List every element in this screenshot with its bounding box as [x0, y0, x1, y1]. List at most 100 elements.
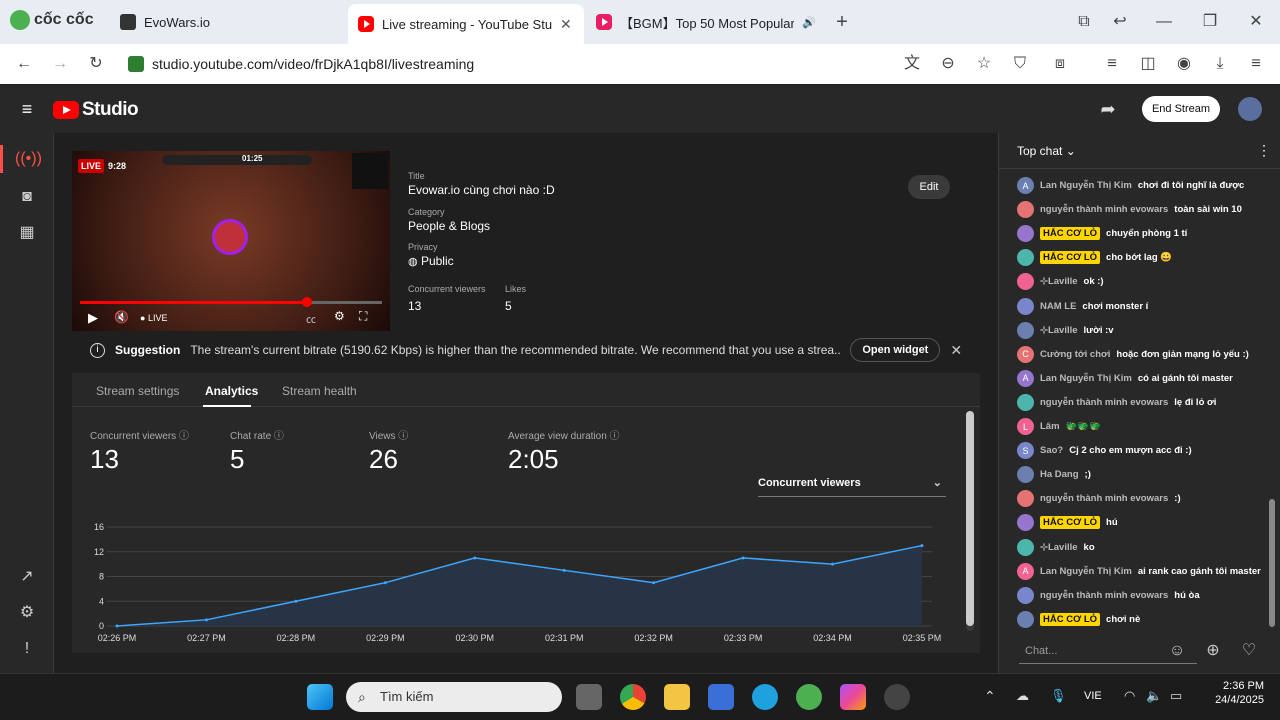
chat-author[interactable]: ⊹Laville — [1040, 325, 1078, 336]
chat-author[interactable]: HẮC CƠ LỎ — [1040, 612, 1101, 626]
chat-message[interactable]: L Lâm 🐲🐲🐲 — [1017, 418, 1267, 435]
tab-stream-health[interactable]: Stream health — [282, 384, 357, 398]
chat-message[interactable]: S Sao? Cj 2 cho em mượn acc đi :) — [1017, 442, 1267, 460]
end-stream-button[interactable]: End Stream — [1142, 96, 1220, 122]
chat-message[interactable]: nguyễn thành minh evowars hú òa — [1017, 586, 1267, 604]
coccoc-taskbar-icon[interactable] — [796, 684, 822, 710]
chat-avatar[interactable]: L — [1017, 418, 1034, 435]
screenshot-icon[interactable]: ⧉ — [1072, 10, 1096, 34]
browser-logo[interactable]: cốc cốc — [10, 10, 94, 30]
chat-avatar[interactable] — [1017, 586, 1034, 604]
chat-author[interactable]: nguyễn thành minh evowars — [1040, 590, 1168, 601]
translate-icon[interactable]: 文 — [900, 52, 924, 76]
download-icon[interactable]: ⤓ — [1208, 52, 1232, 76]
zoom-out-icon[interactable]: ⊖ — [936, 52, 960, 76]
chat-message[interactable]: ⊹Laville ko — [1017, 538, 1267, 556]
chat-avatar[interactable] — [1017, 538, 1034, 556]
tab-live-streaming[interactable]: Live streaming - YouTube Stu ✕ — [348, 4, 584, 44]
chart-metric-dropdown[interactable]: Concurrent viewers ⌄ — [758, 477, 946, 497]
more-options-icon[interactable]: ⋮ — [1257, 142, 1271, 159]
chat-message[interactable]: nguyễn thành minh evowars toàn sài win 10 — [1017, 201, 1267, 219]
new-tab-icon[interactable]: + — [830, 10, 854, 34]
sidebar-icon[interactable]: ◫ — [1136, 52, 1160, 76]
minimize-icon[interactable]: — — [1152, 10, 1176, 34]
fullscreen-icon[interactable]: ⛶ — [359, 309, 367, 324]
chat-message[interactable]: HẮC CƠ LỎ hú — [999, 510, 1267, 535]
battery-icon[interactable]: ▭ — [1170, 688, 1182, 704]
settings-gear-icon[interactable]: ⚙ — [15, 601, 39, 625]
chat-author[interactable]: ⊹Laville — [1040, 276, 1078, 287]
chat-author[interactable]: ⊹Laville — [1040, 542, 1078, 553]
help-icon[interactable]: ⓘ — [179, 431, 189, 442]
chat-avatar[interactable]: S — [1017, 442, 1034, 460]
chat-author[interactable]: HẮC CƠ LỎ — [1040, 516, 1101, 530]
chat-avatar[interactable]: C — [1017, 345, 1034, 363]
progress-knob[interactable] — [301, 297, 312, 307]
speaker-icon[interactable]: 🔊 — [802, 16, 816, 29]
chat-author[interactable]: Lan Nguyễn Thị Kim — [1040, 373, 1132, 384]
chat-avatar[interactable]: A — [1017, 369, 1034, 387]
copilot-icon[interactable] — [840, 684, 866, 710]
site-info-icon[interactable] — [128, 56, 144, 72]
play-icon[interactable]: ▶ — [88, 310, 98, 326]
chat-author[interactable]: Lan Nguyễn Thị Kim — [1040, 180, 1132, 191]
calendar-icon[interactable]: ▦ — [15, 221, 39, 245]
chat-message[interactable]: Ha Dang;) — [1017, 466, 1267, 484]
chrome-icon[interactable] — [620, 684, 646, 710]
progress-track[interactable] — [80, 301, 382, 304]
heart-icon[interactable]: ♡ — [1237, 639, 1261, 663]
feedback-icon[interactable]: ! — [15, 637, 39, 661]
live-broadcast-icon[interactable]: ((•)) — [15, 147, 42, 171]
store-icon[interactable] — [708, 684, 734, 710]
mute-icon[interactable]: 🔇 — [114, 310, 129, 324]
chat-avatar[interactable] — [1017, 393, 1034, 411]
tab-evowars[interactable]: EvoWars.io — [110, 6, 340, 38]
close-tab-icon[interactable]: ✕ — [560, 16, 572, 33]
video-preview[interactable]: 01:25 LIVE 9:28 ▶ 🔇 ● LIVE ㏄ ⚙ ⛶ — [72, 151, 390, 331]
chat-avatar[interactable] — [1017, 490, 1034, 508]
close-window-icon[interactable]: ✕ — [1244, 10, 1268, 34]
chat-author[interactable]: Cường tới chơi — [1040, 349, 1110, 360]
live-indicator[interactable]: ● LIVE — [140, 313, 167, 323]
chat-author[interactable]: HẮC CƠ LỎ — [1040, 227, 1101, 241]
tab-bgm[interactable]: 【BGM】Top 50 Most Popular So 🔊 — [586, 6, 826, 38]
chat-author[interactable]: Sao? — [1040, 445, 1063, 456]
chat-message[interactable]: HẮC CƠ LỎ chuyển phòng 1 tí — [999, 221, 1267, 246]
start-windows-icon[interactable] — [307, 684, 333, 710]
chat-author[interactable]: nguyễn thành minh evowars — [1040, 204, 1168, 215]
chat-message[interactable]: A Lan Nguyễn Thị Kim chơi đi tôi nghĩ là đ… — [1017, 177, 1267, 194]
forward-icon[interactable]: → — [48, 52, 72, 76]
help-icon[interactable]: ⓘ — [274, 431, 284, 442]
menu-icon[interactable]: ≡ — [1244, 52, 1268, 76]
shield-icon[interactable]: ⛉ — [1008, 52, 1032, 76]
profile-icon[interactable]: ◉ — [1172, 52, 1196, 76]
chat-message[interactable]: ⊹Laville ok :) — [1017, 273, 1267, 291]
chat-author[interactable]: nguyễn thành minh evowars — [1040, 397, 1168, 408]
studio-logo[interactable]: Studio — [53, 99, 139, 121]
app-notification-icon[interactable] — [884, 684, 910, 710]
chat-scrollbar[interactable] — [1269, 499, 1275, 627]
wifi-icon[interactable]: ◠ — [1124, 688, 1135, 704]
chat-message[interactable]: C Cường tới chơi hoặc đơn giản mạng lỏ yếu… — [1017, 345, 1267, 363]
bookmark-star-icon[interactable]: ☆ — [972, 52, 996, 76]
chat-avatar[interactable] — [1017, 514, 1034, 532]
tab-analytics[interactable]: Analytics — [205, 384, 258, 398]
settings-icon[interactable]: ⚙ — [334, 309, 345, 323]
reload-icon[interactable]: ↻ — [84, 52, 108, 76]
close-suggestion-icon[interactable]: ✕ — [950, 342, 962, 359]
open-widget-button[interactable]: Open widget — [850, 338, 941, 362]
chat-avatar[interactable] — [1017, 321, 1034, 339]
captions-icon[interactable]: ㏄ — [306, 311, 316, 326]
external-link-icon[interactable]: ↗ — [15, 565, 39, 589]
chat-avatar[interactable]: A — [1017, 177, 1034, 194]
back-icon[interactable]: ← — [12, 52, 36, 76]
chat-message[interactable]: nguyễn thành minh evowars lẹ đi lỏ ơi — [1017, 393, 1267, 411]
chat-avatar[interactable] — [1017, 466, 1034, 484]
edit-button[interactable]: Edit — [908, 175, 950, 199]
chat-avatar[interactable] — [1017, 201, 1034, 219]
chevron-up-icon[interactable]: ⌃ — [984, 688, 996, 705]
scrollbar-thumb[interactable] — [966, 411, 974, 626]
top-chat-dropdown[interactable]: Top chat ⌄ — [1017, 144, 1076, 158]
edge-icon[interactable] — [752, 684, 778, 710]
add-icon[interactable]: ⊕ — [1201, 639, 1225, 663]
